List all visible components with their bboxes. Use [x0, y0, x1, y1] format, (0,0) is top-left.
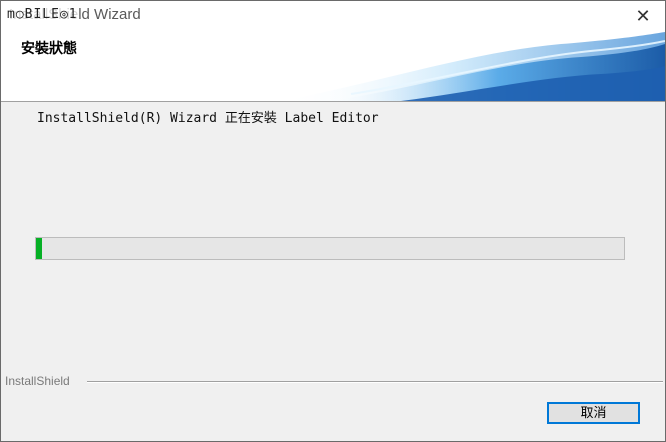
header-banner: 安裝狀態: [1, 32, 665, 102]
progress-fill: [36, 238, 42, 259]
cancel-button[interactable]: 取消: [547, 402, 640, 424]
brand-label: InstallShield: [5, 374, 76, 388]
page-heading: 安裝狀態: [21, 41, 77, 57]
progress-bar: [35, 237, 625, 260]
title-bar: InstallShield Wizard m○BILE◎1 ✕: [1, 1, 665, 32]
watermark-logo: m○BILE◎1: [7, 7, 78, 22]
installer-window: InstallShield Wizard m○BILE◎1 ✕: [0, 0, 666, 442]
status-text: InstallShield(R) Wizard 正在安裝 Label Edito…: [37, 111, 379, 126]
close-icon[interactable]: ✕: [631, 5, 655, 29]
wave-graphic: [281, 32, 665, 101]
brand-separator: InstallShield: [5, 374, 663, 390]
divider: [87, 381, 663, 383]
